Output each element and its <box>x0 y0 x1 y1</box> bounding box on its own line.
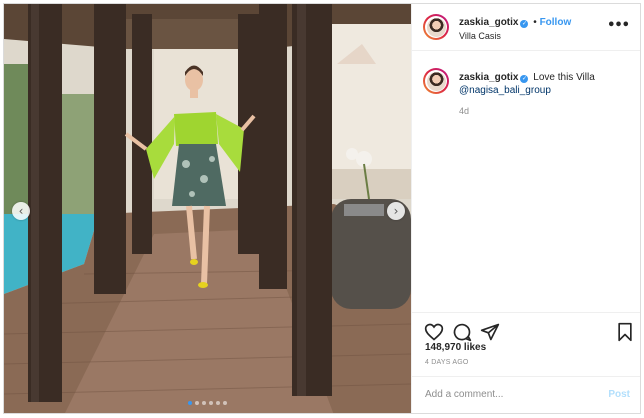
comment-input[interactable] <box>425 389 595 400</box>
follow-button[interactable]: Follow <box>540 17 572 28</box>
carousel-prev-button[interactable]: ‹ <box>12 202 30 220</box>
caption-username[interactable]: zaskia_gotix <box>459 72 518 83</box>
bookmark-icon[interactable] <box>615 322 635 342</box>
heart-icon[interactable] <box>424 322 444 342</box>
avatar[interactable] <box>423 14 449 40</box>
share-icon[interactable] <box>480 322 500 342</box>
location-link[interactable]: Villa Casis <box>459 30 571 42</box>
comment-icon[interactable] <box>452 322 472 342</box>
villa-photo-illustration <box>4 4 411 413</box>
caption-mention[interactable]: @nagisa_bali_group <box>459 85 551 96</box>
post-date: 4 DAYS AGO <box>425 359 469 366</box>
comment-bar: Post <box>412 376 640 413</box>
carousel-dot <box>188 401 192 405</box>
carousel-next-button[interactable]: › <box>387 202 405 220</box>
post-side-panel: zaskia_gotix ✓ • Follow Villa Casis ••• z… <box>411 4 640 413</box>
caption: zaskia_gotix ✓ Love this Villa @nagisa_ba… <box>459 71 634 97</box>
post-photo[interactable]: ‹ › <box>4 4 411 413</box>
caption-time: 4d <box>459 106 470 116</box>
like-count[interactable]: 148,970 likes <box>425 342 486 353</box>
carousel-dot <box>209 401 213 405</box>
carousel-dot <box>202 401 206 405</box>
verified-icon: ✓ <box>520 75 529 83</box>
carousel-indicator <box>4 401 411 405</box>
username-link[interactable]: zaskia_gotix <box>459 17 518 28</box>
post-header: zaskia_gotix ✓ • Follow Villa Casis ••• <box>412 4 640 51</box>
separator: • <box>533 17 537 28</box>
more-options-icon[interactable]: ••• <box>607 18 630 33</box>
instagram-post-window: ‹ › zaskia_gotix ✓ • Follow Villa Casis •… <box>3 3 641 414</box>
caption-text: Love this Villa <box>533 72 595 83</box>
carousel-dot <box>223 401 227 405</box>
carousel-dot <box>195 401 199 405</box>
carousel-next-icon: › <box>393 204 399 218</box>
header-text: zaskia_gotix ✓ • Follow Villa Casis <box>459 17 571 42</box>
caption-avatar[interactable] <box>423 68 449 94</box>
carousel-dot <box>216 401 220 405</box>
verified-icon: ✓ <box>520 20 529 28</box>
carousel-prev-icon: ‹ <box>18 204 24 218</box>
post-comment-button[interactable]: Post <box>608 389 630 400</box>
